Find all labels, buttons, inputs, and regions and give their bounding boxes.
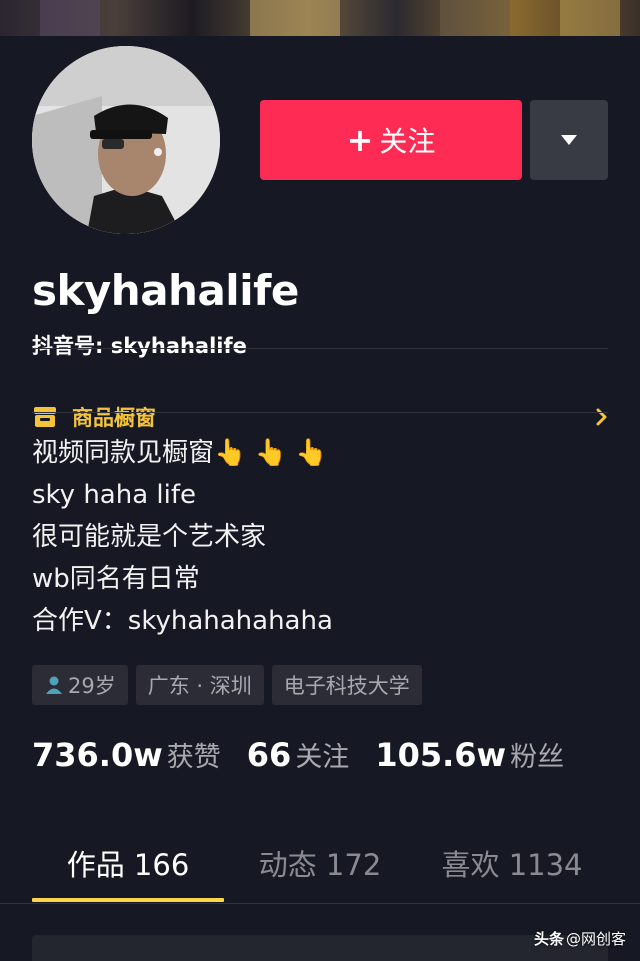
- bio-line: 合作V：skyhahahahaha: [32, 606, 333, 636]
- tab-likes[interactable]: 喜欢 1134: [416, 822, 608, 904]
- divider: [32, 348, 608, 349]
- active-tab-indicator: [32, 898, 224, 902]
- shop-window-label: 商品橱窗: [72, 406, 156, 430]
- bio: 视频同款见橱窗👆 👆 👆 sky haha life 很可能就是个艺术家 wb同…: [32, 432, 333, 642]
- stat-label: 关注: [295, 742, 350, 773]
- follow-label: 关注: [379, 125, 436, 158]
- age-tag: 29岁: [32, 665, 128, 705]
- bio-line: 视频同款见橱窗👆 👆 👆: [32, 438, 328, 468]
- bio-line: sky haha life: [32, 480, 197, 510]
- watermark-brand: 头条: [533, 930, 564, 948]
- profile-tabs: 作品 166 动态 172 喜欢 1134: [0, 822, 640, 904]
- stat-label: 粉丝: [510, 742, 565, 773]
- followers-stat[interactable]: 105.6w 粉丝: [375, 735, 564, 774]
- avatar[interactable]: [28, 42, 224, 238]
- username: skyhahalife: [32, 266, 299, 315]
- person-icon: [46, 676, 62, 694]
- profile-cover-image: [0, 0, 640, 36]
- more-options-button[interactable]: [530, 100, 608, 180]
- following-stat[interactable]: 66 关注: [247, 735, 350, 774]
- pointing-up-emoji: 👆 👆 👆: [214, 438, 328, 468]
- stat-value: 736.0w: [32, 736, 163, 774]
- chevron-right-icon: [596, 408, 607, 426]
- profile-panel: + 关注 skyhahalife 抖音号: skyhahalife 商品橱窗 视…: [0, 36, 640, 961]
- stat-value: 66: [246, 736, 292, 774]
- stat-value: 105.6w: [375, 736, 507, 774]
- likes-stat[interactable]: 736.0w 获赞: [32, 735, 221, 774]
- avatar-photo: [32, 46, 220, 234]
- profile-stats: 736.0w 获赞 66 关注 105.6w 粉丝: [32, 735, 590, 774]
- bio-line: 很可能就是个艺术家: [32, 522, 267, 552]
- tab-works[interactable]: 作品 166: [32, 822, 224, 904]
- video-thumbnail[interactable]: [32, 935, 608, 961]
- divider: [32, 412, 608, 413]
- watermark: 头条 @网创客: [534, 928, 626, 949]
- plus-icon: +: [346, 121, 374, 159]
- location-tag: 广东 · 深圳: [135, 665, 264, 705]
- follow-button[interactable]: + 关注: [260, 100, 522, 180]
- douyin-id: 抖音号: skyhahalife: [32, 334, 247, 358]
- stat-label: 获赞: [166, 742, 221, 773]
- tab-posts[interactable]: 动态 172: [224, 822, 416, 904]
- school-tag: 电子科技大学: [271, 665, 422, 705]
- bio-line: wb同名有日常: [32, 564, 200, 594]
- profile-tags: 29岁 广东 · 深圳 电子科技大学: [32, 665, 422, 705]
- caret-down-icon: [561, 135, 577, 145]
- shop-icon: [34, 407, 56, 427]
- watermark-handle: @网创客: [565, 930, 626, 948]
